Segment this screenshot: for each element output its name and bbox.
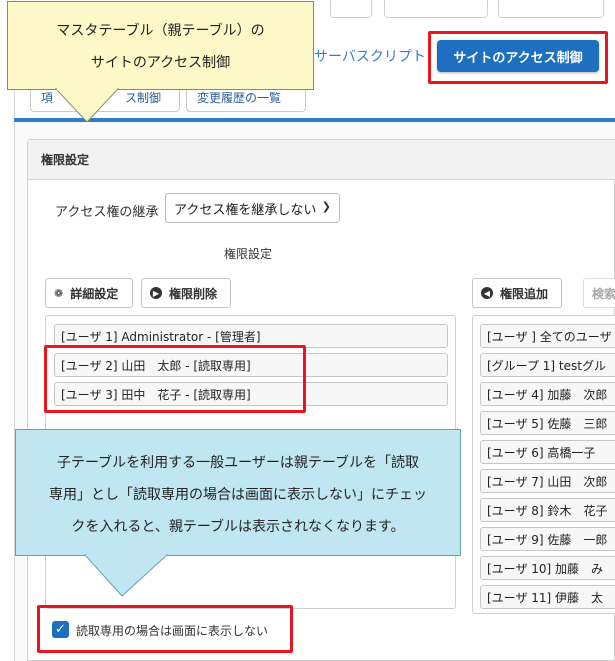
list-item[interactable]: [ユーザ 11] 伊藤 太 [480,585,615,609]
tab-stub[interactable] [330,0,372,18]
list-item[interactable]: [ユーザ 6] 高橋一子 [480,440,615,464]
list-item[interactable]: [ユーザ 9] 佐藤 一郎 [480,527,615,551]
list-item-label: [ユーザ 1] Administrator - [管理者] [61,329,261,344]
list-item-label: [ユーザ 10] 加藤 み [487,561,604,576]
chevron-down-icon: ❯ [321,200,331,213]
detail-settings-label: 詳細設定 [70,286,119,301]
list-item[interactable]: [ユーザ 10] 加藤 み [480,556,615,580]
list-item-label: [ユーザ 9] 佐藤 一郎 [487,532,608,547]
panel-title: 権限設定 [28,140,615,180]
list-item-label: [ユーザ 4] 加藤 次郎 [487,387,608,402]
callout-text: 専用」とし「読取専用の場合は画面に表示しない」にチェッ [49,487,427,503]
list-item-label: [ユーザ 7] 山田 次郎 [487,474,608,489]
search-button[interactable]: 検索 [583,278,615,308]
highlight-frame [428,31,608,84]
list-item-label: [ユーザ 11] 伊藤 太 [487,590,604,605]
callout-box [7,1,314,90]
list-item-label: [ユーザ ] 全てのユーザ [487,329,612,344]
play-circle-icon: ▶ [150,287,162,299]
list-item[interactable]: [ユーザ 5] 佐藤 三郎 [480,411,615,435]
delete-permission-button[interactable]: ▶ 権限削除 [141,278,231,308]
callout-pointer [55,88,119,123]
inherit-label: アクセス権の継承 [55,205,159,220]
tab-server-script[interactable]: サーバスクリプト [314,46,426,66]
highlight-frame [37,605,293,653]
callout-text: マスタテーブル（親テーブル）の [56,23,265,39]
callout-text: 子テーブルを利用する一般ユーザーは親テーブルを「読取 [56,455,420,471]
tab-stub[interactable] [498,0,604,18]
list-item[interactable]: [グループ 1] testグル [480,353,615,377]
list-item-label: [グループ 1] testグル [487,358,606,373]
inherit-select[interactable]: アクセス権を継承しない ❯ [165,193,340,223]
list-item[interactable]: [ユーザ 7] 山田 次郎 [480,469,615,493]
gear-icon: ❁ [54,286,64,300]
sub-tab-label: 項 [41,90,54,105]
callout-pointer [84,554,168,597]
delete-permission-label: 権限削除 [169,286,218,301]
callout-text: クを入れると、親テーブルは表示されなくなります。 [71,519,405,535]
sub-tab-label: ス制御 [125,90,162,105]
add-permission-label: 権限追加 [500,286,549,301]
list-item[interactable]: [ユーザ 8] 鈴木 花子 [480,498,615,522]
inherit-select-value: アクセス権を継承しない [174,202,317,218]
sub-tab-label: 変更履歴の一覧 [197,90,282,105]
section-label: 権限設定 [224,247,273,261]
list-item-label: [ユーザ 8] 鈴木 花子 [487,503,608,518]
list-item-label: [ユーザ 6] 高橋一子 [487,445,596,460]
detail-settings-button[interactable]: ❁ 詳細設定 [45,278,133,308]
add-permission-button[interactable]: ◀ 権限追加 [472,278,562,308]
search-button-label: 検索 [592,286,615,301]
list-item-label: [ユーザ 5] 佐藤 三郎 [487,416,608,431]
list-item[interactable]: [ユーザ ] 全てのユーザ [480,324,615,348]
list-item[interactable]: [ユーザ 4] 加藤 次郎 [480,382,615,406]
highlight-frame [44,345,306,413]
callout-text: サイトのアクセス制御 [90,55,231,71]
tab-stub[interactable] [384,0,488,18]
back-circle-icon: ◀ [481,287,493,299]
